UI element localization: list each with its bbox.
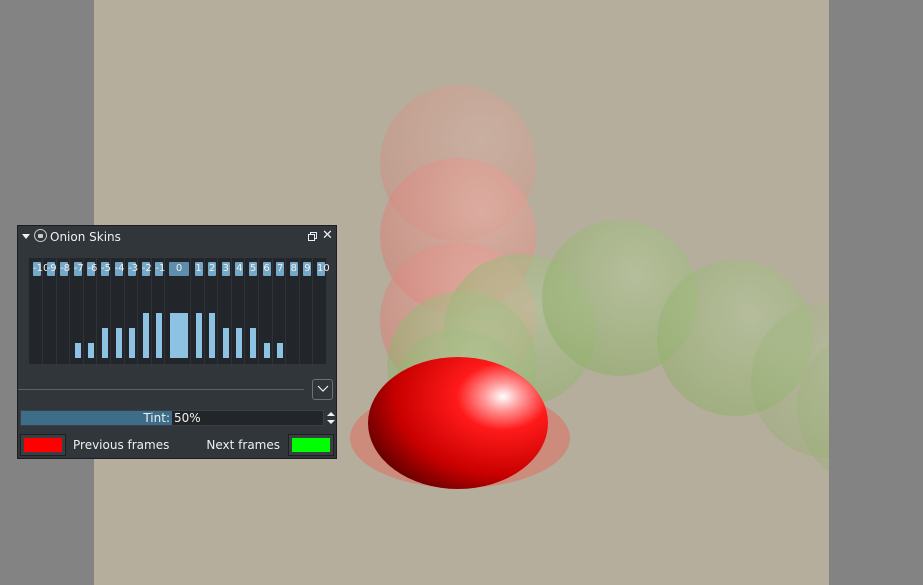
opacity-bar[interactable] bbox=[222, 328, 229, 358]
float-icon[interactable] bbox=[308, 232, 317, 241]
frame-column-1[interactable]: 1 bbox=[193, 258, 205, 364]
frame-number[interactable]: 3 bbox=[221, 262, 230, 276]
expand-button[interactable] bbox=[312, 379, 333, 400]
frame-number[interactable]: 9 bbox=[303, 262, 312, 276]
frame-column--2[interactable]: -2 bbox=[140, 258, 152, 364]
frame-number[interactable]: -3 bbox=[128, 262, 138, 276]
opacity-bar[interactable] bbox=[156, 313, 163, 358]
next-frames-label: Next frames bbox=[206, 438, 280, 452]
frame-number[interactable]: 5 bbox=[249, 262, 257, 276]
onion-skins-docker: Onion Skins ✕ -10 -9 -8 -7 -6 -5 -4 -3 -2 -1 0 1 2 3 4… bbox=[17, 225, 337, 459]
spin-down-icon[interactable] bbox=[327, 420, 335, 424]
frame-column-10[interactable]: 10 bbox=[315, 258, 330, 364]
opacity-bar[interactable] bbox=[74, 343, 81, 358]
frame-column-9[interactable]: 9 bbox=[301, 258, 314, 364]
lock-icon[interactable] bbox=[34, 229, 47, 242]
frame-number[interactable]: 4 bbox=[235, 262, 244, 276]
frame-number[interactable]: -4 bbox=[114, 262, 125, 276]
opacity-bar[interactable] bbox=[277, 343, 284, 358]
opacity-bar[interactable] bbox=[250, 328, 256, 358]
frame-column--3[interactable]: -3 bbox=[126, 258, 139, 364]
frame-column-5[interactable]: 5 bbox=[247, 258, 259, 364]
spin-up-icon[interactable] bbox=[327, 412, 335, 416]
frame-number[interactable]: 0 bbox=[169, 262, 189, 276]
tint-label: Tint: bbox=[143, 411, 170, 425]
frame-column--5[interactable]: -5 bbox=[99, 258, 111, 364]
docker-titlebar[interactable]: Onion Skins ✕ bbox=[18, 226, 336, 248]
frame-number[interactable]: 6 bbox=[262, 262, 271, 276]
onion-frame-table[interactable]: -10 -9 -8 -7 -6 -5 -4 -3 -2 -1 0 1 2 3 4 5 6 7 8 9 10 bbox=[29, 258, 330, 364]
next-frames-color bbox=[292, 438, 330, 452]
frame-number[interactable]: -10 bbox=[33, 262, 49, 276]
frame-number[interactable]: -7 bbox=[73, 262, 84, 276]
opacity-bar[interactable] bbox=[129, 328, 136, 358]
frame-column--7[interactable]: -7 bbox=[72, 258, 84, 364]
opacity-bar[interactable] bbox=[236, 328, 243, 358]
red-ball bbox=[368, 357, 548, 489]
frame-column--1[interactable]: -1 bbox=[153, 258, 166, 364]
frame-column--10[interactable]: -10 bbox=[31, 258, 49, 364]
tint-spinbox[interactable] bbox=[326, 410, 336, 426]
frame-column-3[interactable]: 3 bbox=[220, 258, 232, 364]
next-frames-color-button[interactable] bbox=[288, 434, 334, 456]
previous-frames-color bbox=[24, 438, 62, 452]
frame-column--4[interactable]: -4 bbox=[113, 258, 125, 364]
frame-number[interactable]: -9 bbox=[46, 262, 57, 276]
close-icon[interactable]: ✕ bbox=[322, 228, 333, 244]
opacity-bar[interactable] bbox=[195, 313, 202, 358]
frame-number[interactable]: -8 bbox=[60, 262, 70, 276]
opacity-bar[interactable] bbox=[102, 328, 108, 358]
previous-frames-label: Previous frames bbox=[73, 438, 170, 452]
frame-number[interactable]: 2 bbox=[208, 262, 217, 276]
frame-column-6[interactable]: 6 bbox=[261, 258, 273, 364]
docker-title: Onion Skins bbox=[50, 230, 121, 244]
collapse-arrow-icon[interactable] bbox=[22, 234, 30, 239]
opacity-bar[interactable] bbox=[88, 343, 95, 358]
opacity-bar[interactable] bbox=[209, 313, 216, 358]
opacity-bar[interactable] bbox=[142, 313, 149, 358]
chevron-down-icon bbox=[317, 385, 329, 392]
tint-value: 50% bbox=[174, 411, 201, 425]
frame-number[interactable]: -5 bbox=[101, 262, 111, 276]
frame-column-8[interactable]: 8 bbox=[288, 258, 300, 364]
opacity-bar[interactable] bbox=[170, 313, 188, 358]
frame-number[interactable]: -6 bbox=[87, 262, 97, 276]
frame-column--6[interactable]: -6 bbox=[85, 258, 98, 364]
frame-number[interactable]: 1 bbox=[194, 262, 203, 276]
frame-number[interactable]: -2 bbox=[141, 262, 152, 276]
frame-column--9[interactable]: -9 bbox=[45, 258, 57, 364]
frame-column-4[interactable]: 4 bbox=[233, 258, 246, 364]
frame-number[interactable]: 10 bbox=[317, 262, 330, 276]
frame-column-7[interactable]: 7 bbox=[274, 258, 287, 364]
frame-column-0[interactable]: 0 bbox=[167, 258, 191, 364]
previous-frames-color-button[interactable] bbox=[20, 434, 66, 456]
frame-column--8[interactable]: -8 bbox=[58, 258, 71, 364]
frame-column-2[interactable]: 2 bbox=[206, 258, 219, 364]
opacity-bar[interactable] bbox=[263, 343, 270, 358]
frame-number[interactable]: 7 bbox=[276, 262, 285, 276]
tint-slider[interactable]: Tint: 50% bbox=[20, 410, 324, 426]
frame-number[interactable]: -1 bbox=[155, 262, 165, 276]
divider bbox=[18, 389, 304, 390]
frame-number[interactable]: 8 bbox=[289, 262, 298, 276]
opacity-bar[interactable] bbox=[115, 328, 122, 358]
